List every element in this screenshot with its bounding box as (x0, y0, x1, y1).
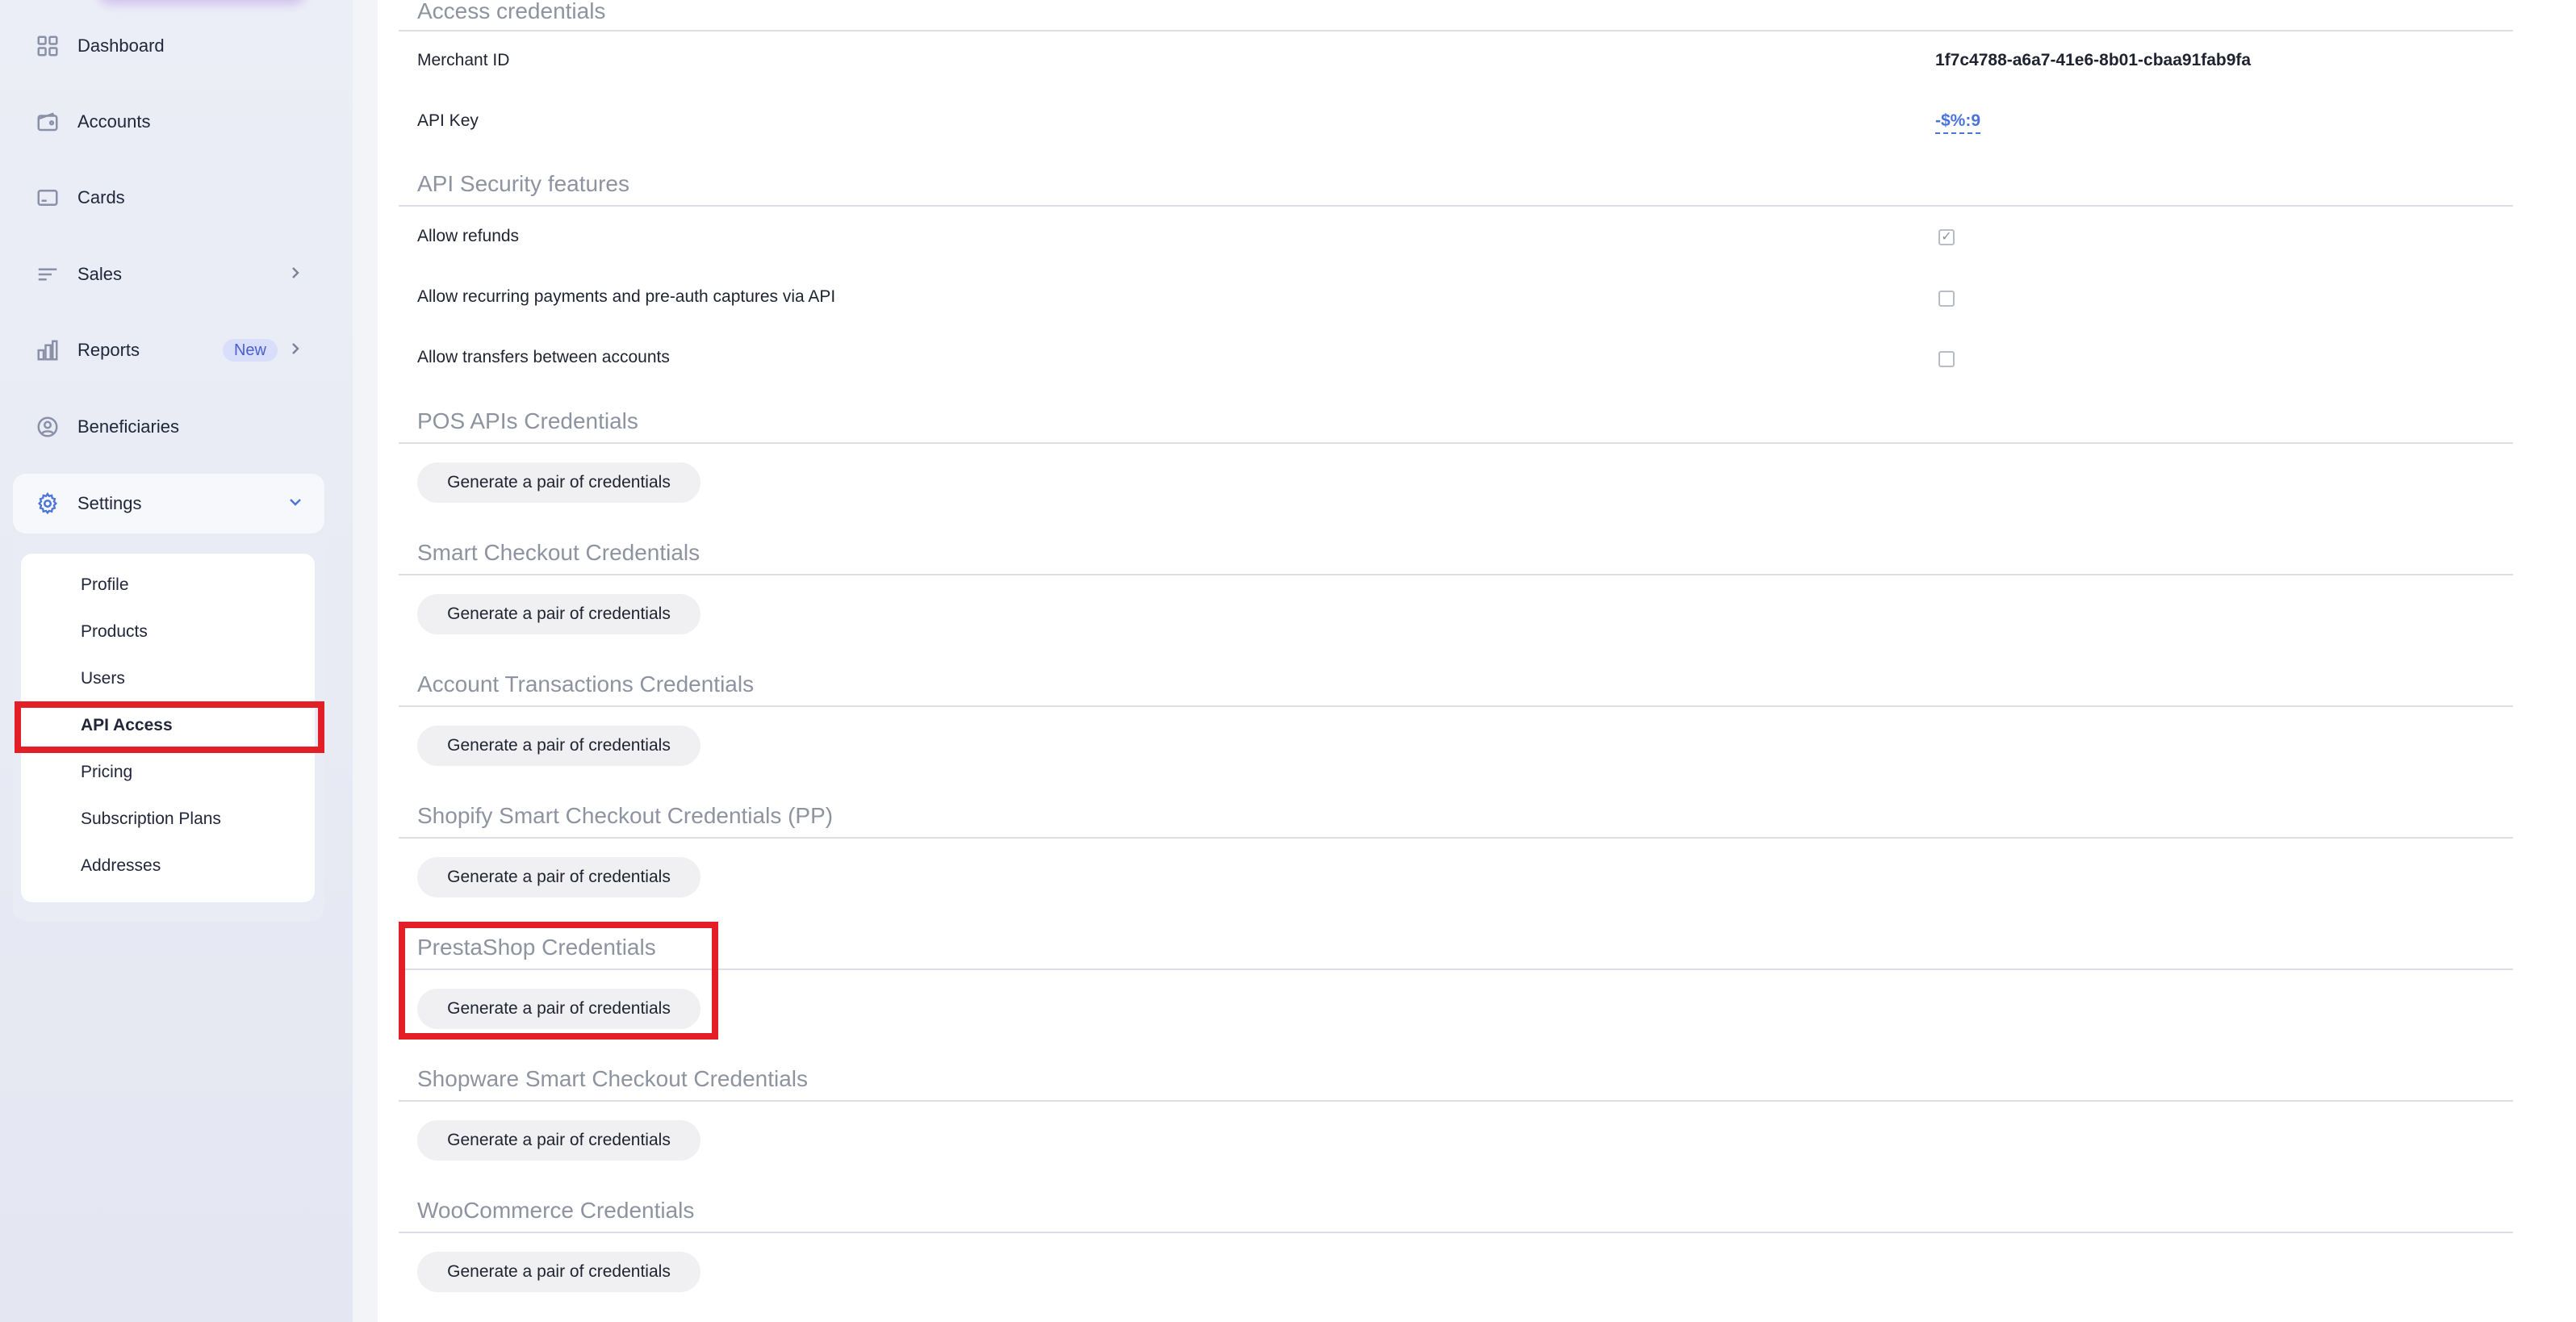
chevron-right-icon (287, 341, 303, 357)
section-title-pos-apis: POS APIs Credentials (417, 408, 638, 433)
generate-smart-checkout-credentials-button[interactable]: Generate a pair of credentials (417, 594, 700, 634)
check-icon: ✓ (1941, 230, 1952, 244)
main-content (378, 0, 2576, 1322)
sidebar-item-reports[interactable]: Reports New (13, 320, 324, 380)
divider (399, 837, 2513, 839)
divider (399, 1232, 2513, 1233)
allow-transfers-checkbox[interactable] (1938, 351, 1955, 367)
api-key-label: API Key (417, 111, 479, 130)
feature-label-allow-refunds: Allow refunds (417, 227, 520, 245)
feature-label-allow-transfers: Allow transfers between accounts (417, 348, 670, 366)
user-circle-icon (34, 413, 61, 441)
sidebar-item-label: Reports (77, 340, 140, 360)
sidebar-item-label: Cards (77, 187, 125, 207)
sidebar-item-label: Accounts (77, 111, 151, 132)
allow-recurring-checkbox[interactable] (1938, 291, 1955, 307)
merchant-id-value: 1f7c4788-a6a7-41e6-8b01-cbaa91fab9fa (1935, 51, 2252, 69)
new-badge: New (222, 339, 278, 362)
api-key-value-link[interactable]: -$%:9 (1935, 111, 1981, 134)
section-title-woocommerce: WooCommerce Credentials (417, 1198, 695, 1223)
chevron-down-icon (287, 494, 303, 510)
generate-shopify-credentials-button[interactable]: Generate a pair of credentials (417, 857, 700, 897)
sidebar-item-label: Beneficiaries (77, 416, 179, 437)
merchant-id-label: Merchant ID (417, 51, 510, 69)
generate-woocommerce-credentials-button[interactable]: Generate a pair of credentials (417, 1252, 700, 1292)
generate-account-transactions-credentials-button[interactable]: Generate a pair of credentials (417, 726, 700, 766)
generate-shopware-credentials-button[interactable]: Generate a pair of credentials (417, 1120, 700, 1161)
divider (399, 442, 2513, 444)
sidebar-item-dashboard[interactable]: Dashboard (13, 16, 324, 76)
allow-refunds-checkbox[interactable]: ✓ (1938, 229, 1955, 245)
divider (399, 1100, 2513, 1102)
bar-chart-icon (34, 337, 61, 364)
sidebar-item-sales[interactable]: Sales (13, 245, 324, 304)
sidebar-item-label: Sales (77, 264, 123, 284)
grid-icon (34, 32, 61, 60)
sidebar-item-label: Dashboard (77, 36, 165, 56)
sidebar-item-beneficiaries[interactable]: Beneficiaries (13, 397, 324, 457)
feature-label-allow-recurring: Allow recurring payments and pre-auth ca… (417, 287, 836, 306)
submenu-item-addresses[interactable]: Addresses (81, 850, 161, 882)
chevron-right-icon (287, 265, 303, 281)
submenu-item-users[interactable]: Users (81, 663, 125, 695)
submenu-item-products[interactable]: Products (81, 616, 148, 648)
sidebar-glow (97, 0, 307, 5)
divider (399, 205, 2513, 207)
sidebar: Dashboard Accounts Cards Sales Reports N… (0, 0, 353, 1322)
submenu-item-profile[interactable]: Profile (81, 569, 129, 601)
section-title-smart-checkout: Smart Checkout Credentials (417, 540, 700, 565)
sidebar-item-accounts[interactable]: Accounts (13, 92, 324, 152)
wallet-icon (34, 108, 61, 136)
list-icon (34, 261, 61, 288)
section-title-shopware: Shopware Smart Checkout Credentials (417, 1066, 809, 1091)
sidebar-item-cards[interactable]: Cards (13, 168, 324, 228)
divider (399, 705, 2513, 707)
generate-pos-credentials-button[interactable]: Generate a pair of credentials (417, 462, 700, 503)
section-title-api-security: API Security features (417, 171, 630, 196)
section-title-account-transactions: Account Transactions Credentials (417, 671, 755, 697)
submenu-item-pricing[interactable]: Pricing (81, 756, 132, 789)
submenu-item-subscription-plans[interactable]: Subscription Plans (81, 803, 221, 835)
section-title-shopify: Shopify Smart Checkout Credentials (PP) (417, 803, 834, 828)
section-title-access-credentials: Access credentials (417, 0, 606, 23)
divider (399, 30, 2513, 31)
sidebar-item-label: Settings (77, 493, 142, 513)
highlight-box-prestashop (399, 922, 718, 1040)
sidebar-item-settings[interactable]: Settings (13, 474, 324, 533)
gear-icon (34, 490, 61, 517)
divider (399, 574, 2513, 575)
highlight-box-api-access (15, 701, 324, 753)
card-icon (34, 184, 61, 211)
